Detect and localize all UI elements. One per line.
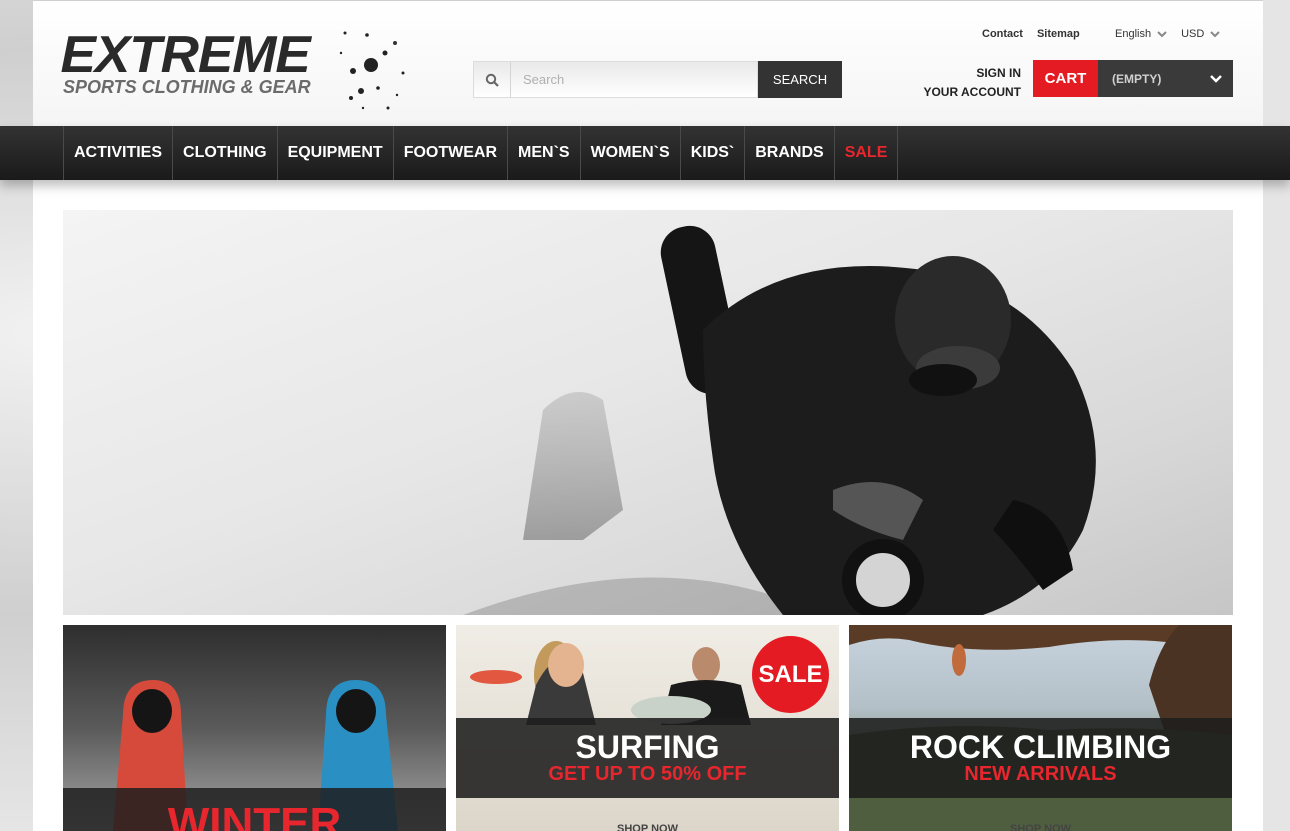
snowboarder-image — [463, 225, 1096, 615]
nav-item-sale[interactable]: SALE — [833, 126, 899, 180]
top-selectors: English USD — [1115, 28, 1221, 40]
search-box — [473, 61, 758, 98]
paint-splatter-icon — [339, 31, 405, 110]
sale-badge: SALE — [752, 636, 829, 713]
your-account-link[interactable]: YOUR ACCOUNT — [913, 83, 1021, 102]
nav-item-brands[interactable]: BRANDS — [744, 126, 833, 180]
hero-slider[interactable] — [63, 210, 1233, 615]
nav-item-activities[interactable]: ACTIVITIES — [63, 126, 172, 180]
cart-status-text: (EMPTY) — [1112, 71, 1162, 86]
cart-label: CART — [1033, 60, 1098, 97]
cart-widget[interactable]: CART (EMPTY) — [1033, 60, 1233, 97]
contact-link[interactable]: Contact — [982, 28, 1023, 40]
language-select[interactable]: English — [1115, 28, 1167, 40]
page-container: EXTREME SPORTS CLOTHING & GEAR Search SE… — [0, 0, 1290, 831]
climbing-banner-caption: ROCK CLIMBING NEW ARRIVALS — [849, 718, 1232, 798]
currency-value: USD — [1181, 28, 1205, 40]
chevron-down-icon — [1210, 31, 1221, 38]
nav-item-womens[interactable]: WOMEN`S — [579, 126, 680, 180]
winter-banner[interactable]: WINTER — [63, 625, 446, 831]
search-icon — [474, 62, 511, 97]
currency-select[interactable]: USD — [1181, 28, 1221, 40]
language-value: English — [1115, 28, 1152, 40]
search-input[interactable] — [511, 62, 751, 97]
nav-item-kids[interactable]: KIDS` — [679, 126, 745, 180]
account-links: SIGN IN YOUR ACCOUNT — [913, 64, 1021, 102]
climbing-shop-now-link[interactable]: SHOP NOW — [849, 823, 1232, 831]
winter-banner-title: WINTER — [167, 799, 342, 831]
nav-item-equipment[interactable]: EQUIPMENT — [276, 126, 393, 180]
logo-title: EXTREME — [60, 26, 311, 84]
site-header: EXTREME SPORTS CLOTHING & GEAR Search SE… — [33, 0, 1263, 126]
climbing-banner-subtitle: NEW ARRIVALS — [964, 763, 1117, 785]
surfing-banner-subtitle: GET UP TO 50% OFF — [548, 763, 747, 785]
main-navigation: ACTIVITIES CLOTHING EQUIPMENT FOOTWEAR M… — [0, 126, 1290, 180]
site-logo[interactable]: EXTREME SPORTS CLOTHING & GEAR — [60, 26, 311, 98]
cart-status: (EMPTY) — [1098, 60, 1233, 97]
chevron-down-icon — [1157, 31, 1167, 38]
nav-item-footwear[interactable]: FOOTWEAR — [392, 126, 507, 180]
climbing-banner-title: ROCK CLIMBING — [909, 729, 1172, 765]
chevron-down-icon — [1210, 74, 1222, 83]
sitemap-link[interactable]: Sitemap — [1037, 28, 1080, 40]
surfing-banner-caption: SURFING GET UP TO 50% OFF — [456, 718, 839, 798]
nav-items: ACTIVITIES CLOTHING EQUIPMENT FOOTWEAR M… — [63, 126, 899, 180]
top-links: Contact Sitemap — [982, 28, 1080, 40]
climbing-banner[interactable]: ROCK CLIMBING NEW ARRIVALS SHOP NOW — [849, 625, 1232, 831]
nav-item-clothing[interactable]: CLOTHING — [172, 126, 277, 180]
search-button[interactable]: SEARCH — [758, 61, 842, 98]
surfing-banner[interactable]: SALE SURFING GET UP TO 50% OFF SHOP NOW — [456, 625, 839, 831]
nav-item-mens[interactable]: MEN`S — [507, 126, 580, 180]
surfing-banner-title: SURFING — [575, 729, 720, 765]
sign-in-link[interactable]: SIGN IN — [913, 64, 1021, 83]
surfing-shop-now-link[interactable]: SHOP NOW — [456, 823, 839, 831]
winter-banner-caption: WINTER — [63, 788, 446, 831]
